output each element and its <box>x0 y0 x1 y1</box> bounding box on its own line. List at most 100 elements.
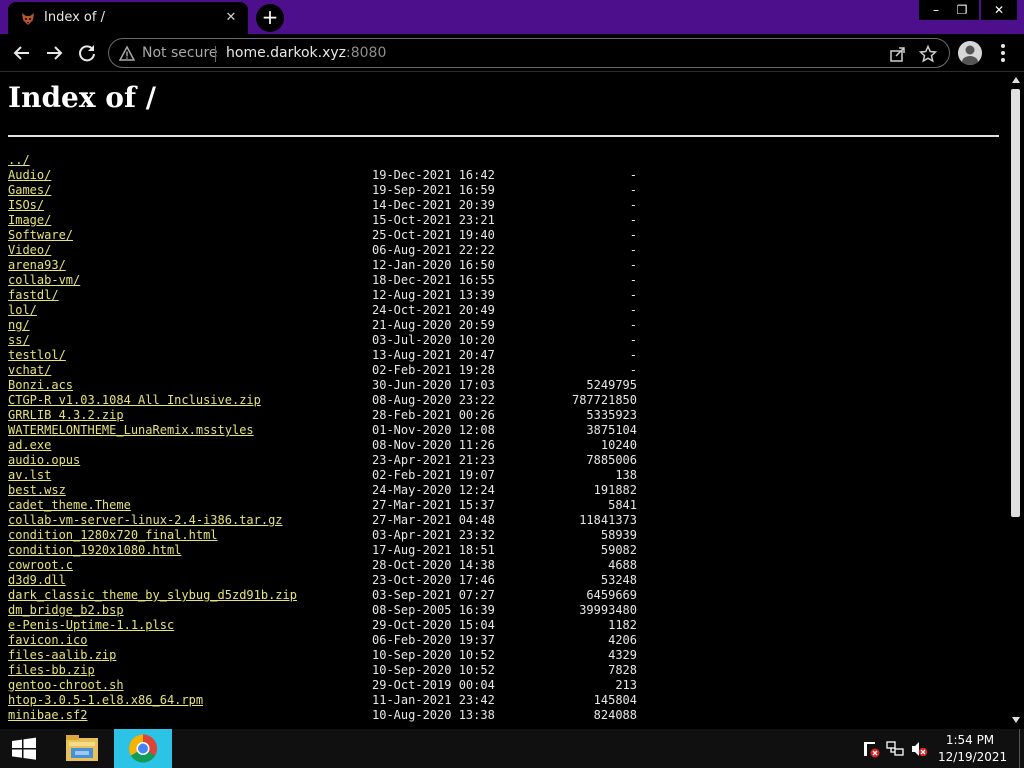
more-menu-icon[interactable] <box>993 41 1013 65</box>
file-link[interactable]: Games/ <box>8 183 372 198</box>
file-link[interactable]: ad.exe <box>8 438 372 453</box>
file-size: - <box>629 183 637 197</box>
volume-muted-icon[interactable] <box>910 740 928 758</box>
address-divider <box>215 46 216 62</box>
file-size: 1182 <box>608 618 637 632</box>
address-bar[interactable]: Not secure home.darkok.xyz:8080 <box>108 38 950 68</box>
listing-row: Audio/19-Dec-2021 16:42 - <box>8 168 637 183</box>
file-link[interactable]: audio.opus <box>8 453 372 468</box>
modified-date: 18-Dec-2021 16:55 <box>372 273 495 287</box>
clock-date[interactable]: 12/19/2021 <box>938 750 1007 764</box>
page-scrollbar[interactable] <box>1008 73 1024 729</box>
file-link[interactable]: dark_classic_theme_by_slybug_d5zd91b.zip <box>8 588 372 603</box>
file-link[interactable]: minibae.sf2 <box>8 708 372 723</box>
entries-container: Audio/19-Dec-2021 16:42- Games/19-Sep-202… <box>8 168 637 723</box>
file-link[interactable]: condition_1280x720_final.html <box>8 528 372 543</box>
listing-row: vchat/02-Feb-2021 19:28 - <box>8 363 637 378</box>
file-link[interactable]: best.wsz <box>8 483 372 498</box>
parent-directory-link[interactable]: ../ <box>8 153 372 168</box>
file-link[interactable]: Bonzi.acs <box>8 378 372 393</box>
file-link[interactable]: Video/ <box>8 243 372 258</box>
profile-avatar-button[interactable] <box>958 41 982 65</box>
title-divider <box>8 135 999 137</box>
file-link[interactable]: condition_1920x1080.html <box>8 543 372 558</box>
file-link[interactable]: vchat/ <box>8 363 372 378</box>
modified-date: 23-Apr-2021 21:23 <box>372 453 495 467</box>
file-size: - <box>629 213 637 227</box>
window-maximize-button[interactable]: ❐ <box>945 0 979 20</box>
file-link[interactable]: dm_bridge_b2.bsp <box>8 603 372 618</box>
file-link[interactable]: ng/ <box>8 318 372 333</box>
file-link[interactable]: files-bb.zip <box>8 663 372 678</box>
file-link[interactable]: cowroot.c <box>8 558 372 573</box>
scroll-down-arrow-icon[interactable] <box>1012 717 1020 723</box>
person-icon <box>962 45 978 65</box>
back-arrow-icon[interactable] <box>8 39 36 67</box>
file-size: 58939 <box>600 528 637 542</box>
file-link[interactable]: gentoo-chroot.sh <box>8 678 372 693</box>
tab-index-of[interactable]: Index of / ✕ <box>8 2 248 34</box>
tab-close-icon[interactable]: ✕ <box>222 9 240 27</box>
file-size: 7828 <box>608 663 637 677</box>
file-link[interactable]: htop-3.0.5-1.el8.x86_64.rpm <box>8 693 372 708</box>
file-link[interactable]: favicon.ico <box>8 633 372 648</box>
file-link[interactable]: WATERMELONTHEME_LunaRemix.msstyles <box>8 423 372 438</box>
modified-date: 19-Dec-2021 16:42 <box>372 168 495 182</box>
file-link[interactable]: CTGP-R v1.03.1084 All Inclusive.zip <box>8 393 372 408</box>
bookmark-star-icon[interactable] <box>919 45 937 63</box>
file-link[interactable]: collab-vm/ <box>8 273 372 288</box>
url-text[interactable]: home.darkok.xyz:8080 <box>226 45 386 61</box>
listing-row: ISOs/14-Dec-2021 20:39 - <box>8 198 637 213</box>
network-icon[interactable] <box>886 740 904 758</box>
network-disconnected-icon[interactable] <box>862 740 880 758</box>
modified-date: 23-Oct-2020 17:46 <box>372 573 495 587</box>
chrome-taskbar-button[interactable] <box>114 729 172 768</box>
listing-row: condition_1280x720_final.html 03-Apr-2021… <box>8 528 637 543</box>
share-icon[interactable] <box>889 45 907 63</box>
forward-arrow-icon[interactable] <box>40 39 68 67</box>
show-desktop-button[interactable] <box>1019 729 1024 768</box>
modified-date: 10-Sep-2020 10:52 <box>372 648 495 662</box>
listing-row: ng/21-Aug-2020 20:59 - <box>8 318 637 333</box>
file-link[interactable]: files-aalib.zip <box>8 648 372 663</box>
modified-date: 12-Aug-2021 13:39 <box>372 288 495 302</box>
listing-row: audio.opus 23-Apr-2021 21:23 7885006 <box>8 453 637 468</box>
file-link[interactable]: collab-vm-server-linux-2.4-i386.tar.gz <box>8 513 372 528</box>
file-link[interactable]: testlol/ <box>8 348 372 363</box>
modified-date: 27-Mar-2021 04:48 <box>372 513 495 527</box>
modified-date: 10-Sep-2020 10:52 <box>372 663 495 677</box>
file-link[interactable]: arena93/ <box>8 258 372 273</box>
file-link[interactable]: lol/ <box>8 303 372 318</box>
page-content: Index of / ../ Audio/19-Dec-2021 16:42- G… <box>0 73 1008 729</box>
listing-row: ss/03-Jul-2020 10:20 - <box>8 333 637 348</box>
warning-icon[interactable] <box>119 46 135 62</box>
file-link[interactable]: Audio/ <box>8 168 372 183</box>
new-tab-button[interactable]: + <box>256 4 284 32</box>
file-link[interactable]: ss/ <box>8 333 372 348</box>
file-link[interactable]: e-Penis-Uptime-1.1.plsc <box>8 618 372 633</box>
file-link[interactable]: GRRLIB 4.3.2.zip <box>8 408 372 423</box>
scroll-up-arrow-icon[interactable] <box>1012 77 1020 83</box>
windows-start-icon[interactable] <box>0 729 48 768</box>
file-link[interactable]: ISOs/ <box>8 198 372 213</box>
modified-date: 03-Apr-2021 23:32 <box>372 528 495 542</box>
file-link[interactable]: fastdl/ <box>8 288 372 303</box>
listing-row: collab-vm/18-Dec-2021 16:55 - <box>8 273 637 288</box>
tab-title: Index of / <box>44 10 105 25</box>
modified-date: 27-Mar-2021 15:37 <box>372 498 495 512</box>
file-link[interactable]: Image/ <box>8 213 372 228</box>
scroll-thumb[interactable] <box>1011 89 1020 517</box>
file-link[interactable]: Software/ <box>8 228 372 243</box>
file-link[interactable]: cadet_theme.Theme <box>8 498 372 513</box>
file-size: 39993480 <box>579 603 637 617</box>
reload-icon[interactable] <box>73 39 101 67</box>
clock-time[interactable]: 1:54 PM <box>940 733 1000 747</box>
file-explorer-icon[interactable] <box>58 729 106 768</box>
window-close-button[interactable]: ✕ <box>981 0 1017 20</box>
file-size: - <box>629 243 637 257</box>
file-link[interactable]: av.lst <box>8 468 372 483</box>
modified-date: 24-Oct-2021 20:49 <box>372 303 495 317</box>
listing-row: ad.exe 08-Nov-2020 11:26 10240 <box>8 438 637 453</box>
security-status-label[interactable]: Not secure <box>142 45 218 61</box>
file-link[interactable]: d3d9.dll <box>8 573 372 588</box>
